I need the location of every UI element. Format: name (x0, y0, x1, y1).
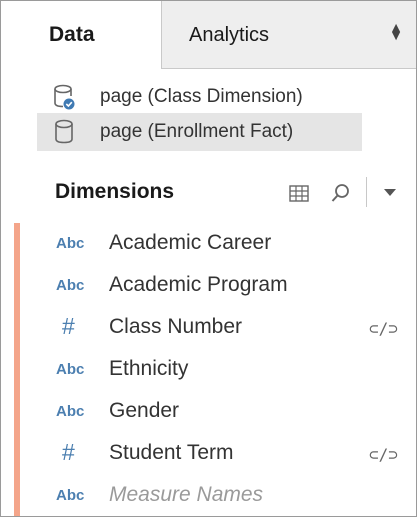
field-academic-career[interactable]: Abc Academic Career (41, 223, 411, 263)
data-source-class-dimension[interactable]: page (Class Dimension) (37, 78, 362, 116)
dimensions-header: Dimensions (55, 180, 175, 203)
link-icon: ⊂/⊃ (369, 319, 398, 338)
field-gender[interactable]: Abc Gender (41, 391, 411, 431)
database-icon (55, 119, 73, 144)
field-ethnicity[interactable]: Abc Ethnicity (41, 349, 411, 389)
header-divider (366, 177, 367, 207)
tab-data[interactable]: Data (1, 1, 161, 69)
string-type-icon: Abc (56, 235, 85, 252)
field-class-number[interactable]: # Class Number ⊂/⊃ (41, 307, 411, 347)
string-type-icon: Abc (56, 277, 85, 294)
sort-arrows-icon[interactable]: ▲ ▼ (389, 20, 403, 42)
field-name: Student Term (109, 441, 234, 464)
data-source-label: page (Enrollment Fact) (100, 121, 294, 142)
string-type-icon: Abc (56, 361, 85, 378)
field-name: Measure Names (109, 483, 264, 506)
field-measure-names[interactable]: Abc Measure Names (41, 475, 411, 515)
number-type-icon: # (62, 439, 75, 465)
field-student-term[interactable]: # Student Term ⊂/⊃ (41, 433, 411, 473)
tab-analytics[interactable]: Analytics ▲ ▼ (161, 1, 416, 69)
link-icon: ⊂/⊃ (369, 445, 398, 464)
search-icon[interactable] (330, 182, 352, 204)
chevron-down-icon[interactable] (384, 189, 396, 196)
field-name: Academic Career (109, 231, 272, 254)
field-name: Ethnicity (109, 357, 189, 380)
tab-data-label: Data (49, 23, 95, 46)
string-type-icon: Abc (56, 403, 85, 420)
database-linked-icon (54, 84, 75, 110)
number-type-icon: # (62, 313, 75, 339)
string-type-icon: Abc (56, 487, 85, 504)
data-source-label: page (Class Dimension) (100, 86, 303, 107)
dimensions-accent-bar (14, 223, 20, 516)
data-pane: Data Analytics ▲ ▼ page (Class Dimension)… (0, 0, 417, 517)
tab-analytics-label: Analytics (189, 24, 270, 46)
data-source-enrollment-fact[interactable]: page (Enrollment Fact) (37, 113, 362, 151)
field-name: Gender (109, 399, 180, 422)
view-as-list-icon[interactable] (289, 185, 309, 202)
field-name: Class Number (109, 315, 243, 338)
field-academic-program[interactable]: Abc Academic Program (41, 265, 411, 305)
field-name: Academic Program (109, 273, 288, 296)
